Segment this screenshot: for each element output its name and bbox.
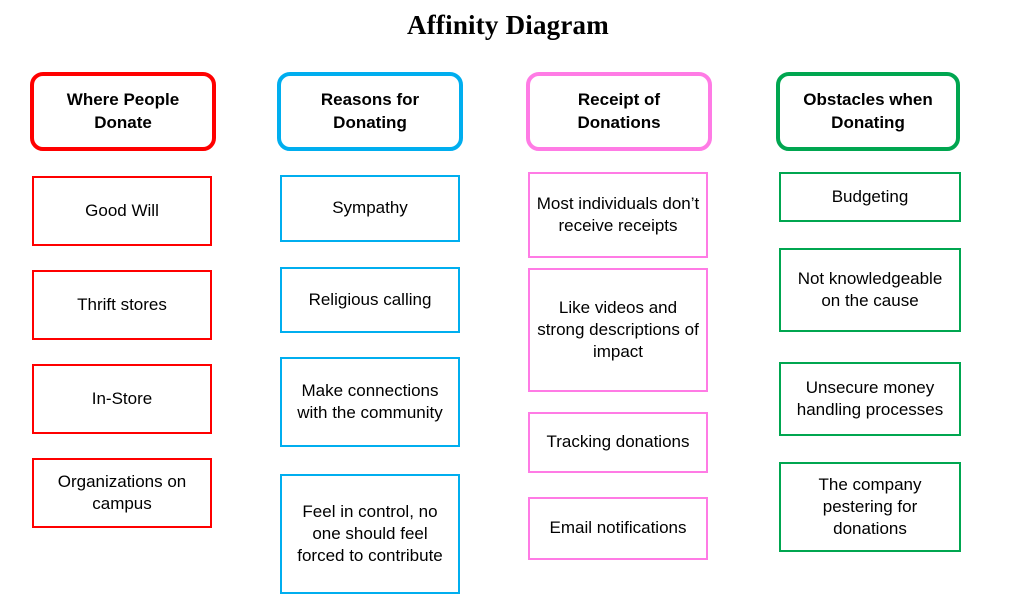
affinity-note-label: Unsecure money handling processes [796,377,944,419]
affinity-note[interactable]: Unsecure money handling processes [779,362,961,436]
affinity-note[interactable]: Not knowledgeable on the cause [779,248,961,332]
affinity-note[interactable]: Budgeting [779,172,961,222]
affinity-note-label: The company pestering for donations [818,474,922,539]
affinity-note-label: Not knowledgeable on the cause [797,268,943,310]
affinity-diagram-canvas: Affinity Diagram Where People Donate Good… [0,0,1016,605]
column-header-obstacles-when-donating[interactable]: Obstacles when Donating [776,72,960,151]
affinity-note-label: Budgeting [831,186,909,206]
affinity-note[interactable]: The company pestering for donations [779,462,961,552]
column-header-label: Obstacles when Donating [803,90,933,132]
affinity-column-obstacles-when-donating: Obstacles when Donating Budgeting Not know… [0,0,1016,605]
